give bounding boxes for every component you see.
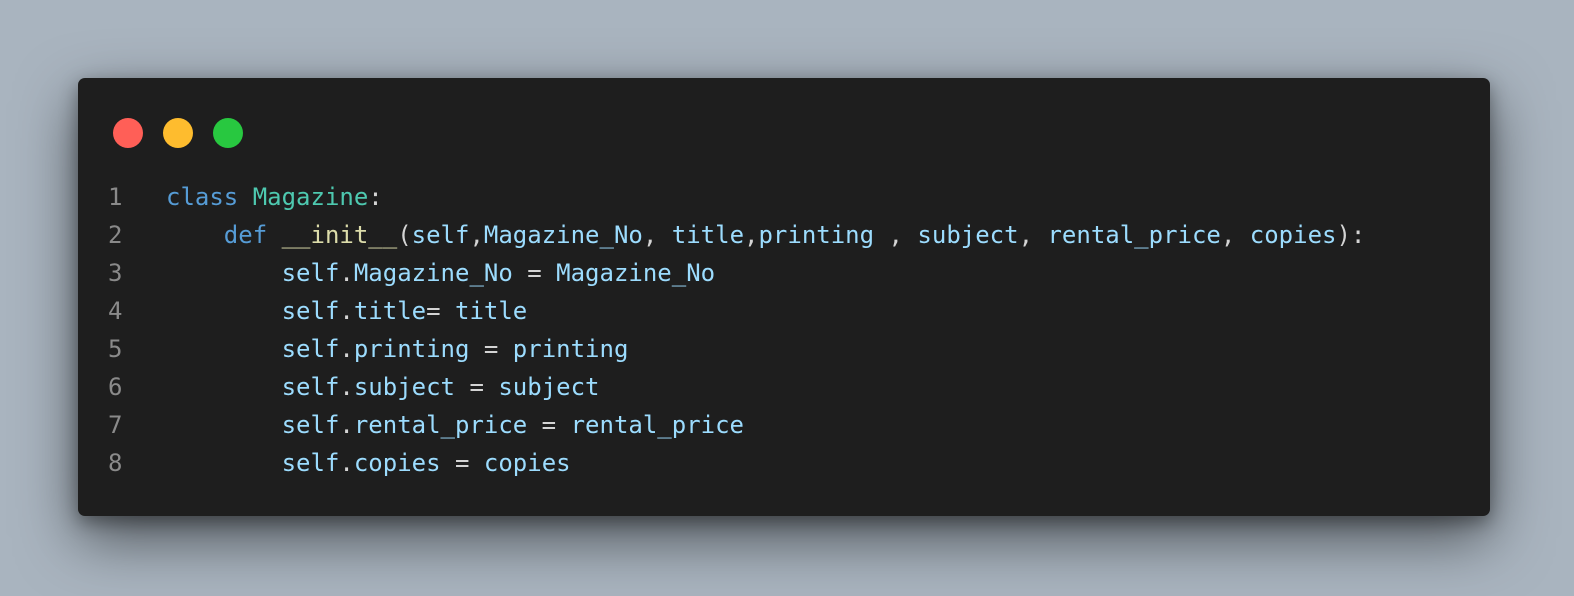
line-number: 5 [108, 335, 123, 363]
line-number: 2 [108, 221, 123, 249]
code-token: . [339, 335, 354, 363]
code-token: copies [353, 449, 441, 477]
code-token: . [339, 373, 354, 401]
code-token: rental_price [1047, 221, 1221, 249]
line-number: 8 [108, 449, 123, 477]
code-token: self [411, 221, 470, 249]
code-text: self.Magazine_No = Magazine_No [166, 254, 716, 292]
code-token: , [1220, 221, 1250, 249]
code-token: subject [498, 373, 600, 401]
code-token: = [426, 297, 455, 325]
code-token: . [339, 411, 354, 439]
code-token: : [368, 183, 383, 211]
line-number: 3 [108, 259, 123, 287]
code-token: printing [512, 335, 629, 363]
code-token: ): [1336, 221, 1366, 249]
code-token: Magazine_No [483, 221, 643, 249]
code-token: = [527, 411, 571, 439]
code-token: = [440, 449, 484, 477]
code-token: Magazine_No [556, 259, 716, 287]
code-token: def [223, 221, 268, 249]
code-token: Magazine [252, 183, 369, 211]
code-line: 4 self.title= title [78, 292, 1490, 330]
code-line: 3 self.Magazine_No = Magazine_No [78, 254, 1490, 292]
code-token: printing [353, 335, 470, 363]
code-line: 7 self.rental_price = rental_price [78, 406, 1490, 444]
code-token: title [671, 221, 745, 249]
code-line: 1 class Magazine: [78, 178, 1490, 216]
code-token: copies [1249, 221, 1337, 249]
code-token: self [281, 449, 340, 477]
minimize-dot-icon[interactable] [163, 118, 193, 148]
code-text: class Magazine: [166, 178, 383, 216]
code-token: printing [758, 221, 875, 249]
line-number: 4 [108, 297, 123, 325]
code-token: rental_price [353, 411, 528, 439]
code-token: self [281, 373, 340, 401]
code-token: , [744, 221, 759, 249]
code-token: , [469, 221, 484, 249]
line-number: 1 [108, 183, 123, 211]
code-text: self.printing = printing [166, 330, 629, 368]
code-token: self [281, 259, 340, 287]
code-text: self.subject = subject [166, 368, 600, 406]
code-token: rental_price [570, 411, 744, 439]
code-token: title [455, 297, 528, 325]
code-text: self.rental_price = rental_price [166, 406, 744, 444]
code-line: 8 self.copies = copies [78, 444, 1490, 482]
code-token: self [281, 335, 340, 363]
code-token: class [166, 183, 239, 211]
code-line: 5 self.printing = printing [78, 330, 1490, 368]
line-number: 7 [108, 411, 123, 439]
code-token: copies [483, 449, 571, 477]
code-token: , [874, 221, 918, 249]
code-token: Magazine_No [353, 259, 513, 287]
code-token: = [469, 335, 513, 363]
code-line: 2 def __init__(self,Magazine_No, title,p… [78, 216, 1490, 254]
code-line: 6 self.subject = subject [78, 368, 1490, 406]
code-token: __init__ [281, 221, 398, 249]
code-token: self [281, 297, 340, 325]
code-block: 1 class Magazine: 2 def __init__(self,Maga… [78, 178, 1490, 482]
code-token: = [455, 373, 499, 401]
code-token: self [281, 411, 340, 439]
code-token: , [1018, 221, 1048, 249]
line-number: 6 [108, 373, 123, 401]
code-token: . [339, 297, 354, 325]
code-text: def __init__(self,Magazine_No, title,pri… [166, 216, 1366, 254]
code-token: ( [397, 221, 412, 249]
close-dot-icon[interactable] [113, 118, 143, 148]
code-token: subject [917, 221, 1019, 249]
code-text: self.copies = copies [166, 444, 571, 482]
code-window: 1 class Magazine: 2 def __init__(self,Maga… [78, 78, 1490, 516]
maximize-dot-icon[interactable] [213, 118, 243, 148]
code-token: . [339, 449, 354, 477]
code-token: . [339, 259, 354, 287]
code-token: , [642, 221, 672, 249]
code-token: subject [353, 373, 455, 401]
code-token: = [512, 259, 557, 287]
code-text: self.title= title [166, 292, 528, 330]
code-token: title [353, 297, 427, 325]
